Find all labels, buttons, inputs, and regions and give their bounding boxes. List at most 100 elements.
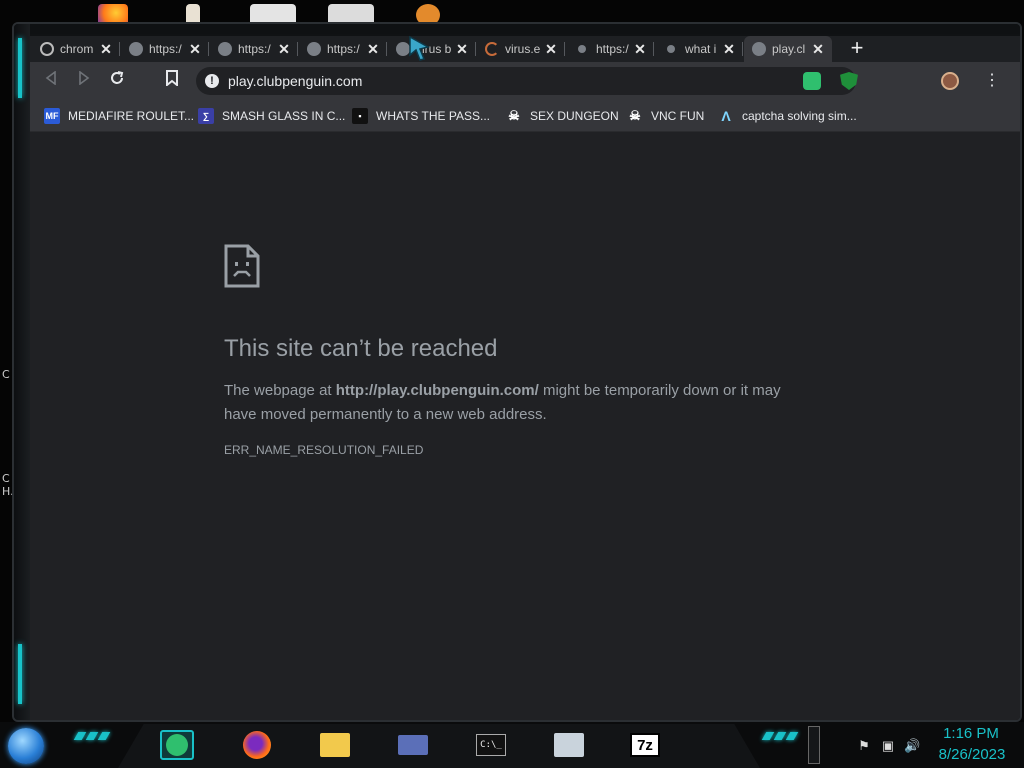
task-area <box>118 724 760 768</box>
tab-title: what i <box>685 42 717 56</box>
tab[interactable]: chrom ✕ <box>32 36 120 62</box>
card-icon <box>398 735 428 755</box>
cursor-icon <box>409 35 430 61</box>
close-icon[interactable]: ✕ <box>278 41 290 58</box>
tab-active[interactable]: play.cl ✕ <box>744 36 832 62</box>
bookmark-label: MEDIAFIRE ROULET... <box>68 109 195 123</box>
notes-extension-icon[interactable] <box>803 72 821 90</box>
tab-title: https:/ <box>327 42 360 56</box>
tab[interactable]: https:/ ✕ <box>299 36 387 62</box>
bookmark-button[interactable] <box>161 70 183 92</box>
close-icon[interactable]: ✕ <box>189 41 201 58</box>
frame-accent <box>18 644 22 704</box>
taskbar-accent <box>785 732 799 740</box>
task-7zip[interactable]: 7z <box>628 730 662 760</box>
bookmark-label: SMASH GLASS IN C... <box>222 109 346 123</box>
forward-icon <box>79 70 90 86</box>
menu-icon[interactable]: ⋮ <box>982 69 1002 93</box>
tab-title: chrom <box>60 42 94 56</box>
dark-square-icon: ▪ <box>352 108 368 124</box>
tab[interactable]: what i ✕ <box>655 36 743 62</box>
task-file-explorer[interactable] <box>318 730 352 760</box>
close-icon[interactable]: ✕ <box>100 41 112 58</box>
tab-title: virus.e <box>505 42 541 56</box>
toolbar: ! play.clubpenguin.com ⋮ <box>30 62 1020 100</box>
tab[interactable]: https:/ ✕ <box>210 36 298 62</box>
sad-page-icon <box>224 244 260 288</box>
tab-title: https:/ <box>596 42 629 56</box>
show-desktop-button[interactable] <box>808 726 820 764</box>
network-icon <box>554 733 584 757</box>
bookmark-mediafire[interactable]: MF MEDIAFIRE ROULET... <box>44 108 194 124</box>
close-icon[interactable]: ✕ <box>634 41 646 58</box>
address-bar[interactable]: ! play.clubpenguin.com <box>196 67 856 95</box>
bookmark-label: VNC FUN <box>651 109 705 123</box>
tab-separator <box>297 42 298 56</box>
page-content: This site can’t be reached The webpage a… <box>30 132 1020 720</box>
tab[interactable]: https:/ ✕ <box>121 36 209 62</box>
bookmark-smash-glass[interactable]: ∑ SMASH GLASS IN C... <box>198 108 345 124</box>
desktop-side-text-1: C <box>2 368 10 381</box>
taskbar-accent <box>773 732 787 740</box>
taskbar-accent <box>761 732 775 740</box>
bookmark-captcha[interactable]: Λ captcha solving sim... <box>718 108 857 124</box>
bookmark-icon <box>166 70 178 88</box>
address-url[interactable]: play.clubpenguin.com <box>228 73 362 89</box>
tab-separator <box>475 42 476 56</box>
task-terminal[interactable]: C:\_ <box>474 730 508 760</box>
close-icon[interactable]: ✕ <box>456 41 468 58</box>
bookmark-label: WHATS THE PASS... <box>376 109 491 123</box>
close-icon[interactable]: ✕ <box>367 41 379 58</box>
mediafire-icon: MF <box>44 108 60 124</box>
bookmark-whats-the-pass[interactable]: ▪ WHATS THE PASS... <box>352 108 490 124</box>
close-icon[interactable]: ✕ <box>545 41 557 58</box>
tab-separator <box>208 42 209 56</box>
lambda-icon: Λ <box>721 108 731 124</box>
clock-time[interactable]: 1:16 PM <box>940 725 1002 742</box>
flag-icon[interactable]: ⚑ <box>856 738 872 754</box>
tab-title: play.cl <box>772 42 806 56</box>
tab-separator <box>119 42 120 56</box>
tab-strip: chrom ✕ https:/ ✕ https:/ ✕ https:/ ✕ vi… <box>30 36 1020 62</box>
globe-icon <box>307 42 321 56</box>
new-tab-button[interactable]: + <box>845 37 869 61</box>
start-button[interactable] <box>8 728 44 764</box>
volume-icon[interactable]: 🔊 <box>904 738 920 754</box>
tab-separator <box>653 42 654 56</box>
error-message-prefix: The webpage at <box>224 382 336 399</box>
tab[interactable]: virus b ✕ <box>388 36 476 62</box>
skull-icon: ☠ <box>629 108 641 123</box>
close-icon[interactable]: ✕ <box>723 41 735 58</box>
browser-window: chrom ✕ https:/ ✕ https:/ ✕ https:/ ✕ vi… <box>12 22 1022 722</box>
bookmark-dungeon[interactable]: ☠ SEX DUNGEON <box>506 108 619 124</box>
globe-icon <box>667 45 675 53</box>
tab-title: https:/ <box>238 42 271 56</box>
tab[interactable]: https:/ ✕ <box>566 36 654 62</box>
back-button[interactable] <box>40 70 62 92</box>
tab-title: https:/ <box>149 42 182 56</box>
task-card[interactable] <box>396 730 430 760</box>
bookmarks-bar: MF MEDIAFIRE ROULET... ∑ SMASH GLASS IN … <box>30 100 1020 132</box>
bookmark-label: captcha solving sim... <box>742 109 857 123</box>
bookmark-label: SEX DUNGEON <box>530 109 619 123</box>
forward-button[interactable] <box>73 70 95 92</box>
task-firefox[interactable] <box>240 730 274 760</box>
bookmark-vnc-fun[interactable]: ☠ VNC FUN <box>627 108 704 124</box>
task-notes[interactable] <box>160 730 194 760</box>
firefox-icon <box>243 731 271 759</box>
clock-date[interactable]: 8/26/2023 <box>934 746 1010 763</box>
history-icon <box>40 42 54 56</box>
info-icon[interactable]: ! <box>205 74 219 88</box>
desktop: C C H. chrom ✕ https:/ ✕ https:/ ✕ https… <box>0 0 1024 768</box>
reload-button[interactable] <box>106 70 128 92</box>
tab[interactable]: virus.e ✕ <box>477 36 565 62</box>
network-tray-icon[interactable]: ▣ <box>880 738 896 754</box>
task-network[interactable] <box>552 730 586 760</box>
tab-separator <box>742 42 743 56</box>
error-url: http://play.clubpenguin.com/ <box>335 382 539 399</box>
globe-icon <box>578 45 586 53</box>
7zip-icon: 7z <box>630 733 660 757</box>
taskbar: C:\_ 7z ⚑ ▣ 🔊 1:16 PM 8/26/2023 <box>0 722 1024 768</box>
profile-avatar[interactable] <box>941 72 959 90</box>
close-icon[interactable]: ✕ <box>812 41 824 58</box>
